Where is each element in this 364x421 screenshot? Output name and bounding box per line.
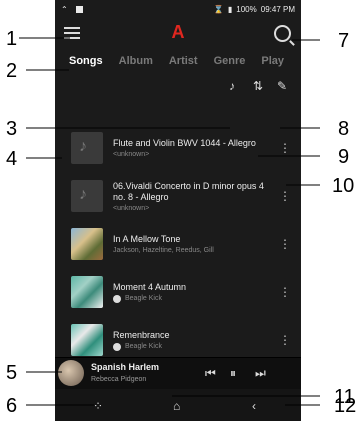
phone-screen: ⌃ ⌛ ▮ 100% 09:47 PM A Songs Album Artist… [55,0,301,421]
tab-album[interactable]: Album [111,55,161,67]
callout-8: 8 [338,118,350,140]
callout-10: 10 [332,175,355,197]
song-artist: <unknown> [113,204,150,212]
now-playing-art [58,360,84,386]
tab-genre[interactable]: Genre [206,55,254,67]
callout-2: 2 [6,60,18,82]
playlist-add-icon[interactable]: ♪ [225,79,239,93]
top-app-bar: A [55,18,301,48]
artist-icon [113,294,121,303]
menu-icon[interactable] [64,27,80,39]
back-icon[interactable]: ‹ [252,399,256,413]
list-item[interactable]: 06.Vivaldi Concerto in D minor opus 4 no… [61,172,295,220]
previous-icon[interactable]: ⏮ [205,366,216,381]
artist-icon [113,342,121,351]
more-options-icon[interactable]: ⋮ [279,286,291,298]
music-note-icon [71,132,103,164]
callout-6: 6 [6,395,18,417]
caret-up-icon: ⌃ [61,4,68,14]
apps-icon[interactable]: ⁘ [93,399,103,413]
list-item[interactable]: Flute and Violin BWV 1044 - Allegro <unk… [61,124,295,172]
more-options-icon[interactable]: ⋮ [279,334,291,346]
song-artist: Beagle Kick [125,295,162,302]
callout-7: 7 [338,30,350,52]
more-options-icon[interactable]: ⋮ [279,190,291,202]
callout-12: 12 [334,395,357,417]
app-logo: A [171,22,185,42]
hourglass-icon: ⌛ [213,4,224,14]
list-item[interactable]: In A Mellow Tone Jackson, Hazeltine, Ree… [61,220,295,268]
list-tools: ♪ ⇅ ✎ [55,73,301,101]
pause-icon[interactable]: ⏸ [230,366,236,381]
song-artist: Jackson, Hazeltine, Reedus, Gill [113,247,214,254]
battery-percent: 100% [236,4,257,14]
song-title: Flute and Violin BWV 1044 - Allegro [113,138,256,148]
battery-icon: ▮ [227,4,233,14]
song-list: Flute and Violin BWV 1044 - Allegro <unk… [61,124,295,364]
song-title: 06.Vivaldi Concerto in D minor opus 4 no… [113,180,264,202]
sort-icon[interactable]: ⇅ [251,79,265,93]
search-icon[interactable] [274,25,291,42]
clock: 09:47 PM [260,4,295,14]
now-playing-artist: Rebecca Pidgeon [91,376,147,383]
song-title: Remenbrance [113,329,170,340]
next-icon[interactable]: ⏭ [255,366,266,381]
bottom-nav: ⁘ ⌂ ‹ [55,389,301,421]
song-artist: Beagle Kick [125,343,162,350]
edit-icon[interactable]: ✎ [275,79,289,93]
callout-9: 9 [338,146,350,168]
callout-4: 4 [6,148,18,170]
more-options-icon[interactable]: ⋮ [279,142,291,154]
list-item[interactable]: Moment 4 Autumn Beagle Kick ⋮ [61,268,295,316]
callout-1: 1 [6,28,18,50]
image-icon [75,5,83,13]
tab-artist[interactable]: Artist [161,55,206,67]
album-art [71,228,103,260]
mini-player[interactable]: Spanish Harlem Rebecca Pidgeon ⏮ ⏸ ⏭ [55,357,301,389]
home-icon[interactable]: ⌂ [173,399,180,413]
album-art [71,276,103,308]
song-title: In A Mellow Tone [113,234,181,244]
tab-play[interactable]: Play [253,55,292,67]
music-note-icon [71,180,103,212]
callout-3: 3 [6,118,18,140]
song-title: Moment 4 Autumn [113,281,187,292]
song-artist: <unknown> [113,151,150,158]
album-art [71,324,103,356]
now-playing-title: Spanish Harlem [91,362,160,372]
callout-5: 5 [6,362,18,384]
status-bar: ⌃ ⌛ ▮ 100% 09:47 PM [55,0,301,18]
library-tabs: Songs Album Artist Genre Play [55,48,301,73]
tab-songs[interactable]: Songs [61,55,111,67]
more-options-icon[interactable]: ⋮ [279,238,291,250]
